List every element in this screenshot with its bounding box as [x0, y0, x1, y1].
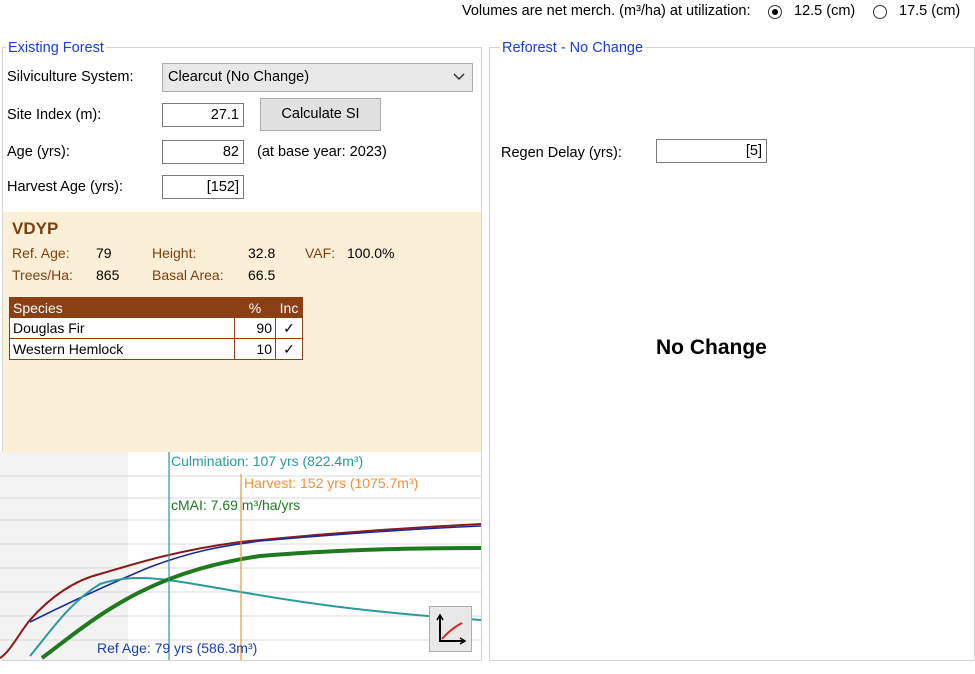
vdyp-title: VDYP	[12, 219, 59, 238]
silviculture-value: Clearcut (No Change)	[168, 69, 310, 85]
age-label: Age (yrs):	[7, 144, 70, 160]
table-row[interactable]: Douglas Fir 90 ✓	[9, 317, 303, 339]
trees-value: 865	[96, 267, 120, 283]
calculate-si-button[interactable]: Calculate SI	[260, 98, 381, 131]
chevron-down-icon	[453, 73, 465, 81]
species-inc-check[interactable]: ✓	[275, 317, 303, 339]
regen-delay-input[interactable]: [5]	[656, 139, 767, 163]
harvest-age-label: Harvest Age (yrs):	[7, 179, 124, 195]
species-pct: 90	[234, 317, 276, 339]
harvest-age-input[interactable]: [152]	[162, 175, 244, 199]
species-name: Western Hemlock	[9, 338, 235, 360]
species-inc-check[interactable]: ✓	[275, 338, 303, 360]
radio-12-5-label[interactable]: 12.5 (cm)	[794, 3, 855, 19]
vaf-value: 100.0%	[347, 245, 395, 261]
cmai-label: cMAI: 7.69 m³/ha/yrs	[171, 497, 301, 513]
radio-12-5[interactable]	[768, 5, 782, 19]
base-year-note: (at base year: 2023)	[257, 144, 387, 160]
site-index-input[interactable]: 27.1	[162, 103, 244, 127]
table-row[interactable]: Western Hemlock 10 ✓	[9, 338, 303, 360]
silviculture-select[interactable]: Clearcut (No Change)	[162, 63, 473, 92]
chart-axes-icon	[436, 613, 467, 645]
inc-header: Inc	[275, 297, 303, 318]
species-header-row: Species % Inc	[9, 297, 303, 318]
site-index-label: Site Index (m):	[7, 107, 102, 123]
reforest-title: Reforest - No Change	[500, 40, 646, 56]
radio-17-5-label[interactable]: 17.5 (cm)	[899, 3, 960, 19]
basal-label: Basal Area:	[152, 267, 224, 283]
ref-age-chart-label: Ref Age: 79 yrs (586.3m³)	[97, 640, 258, 656]
age-input[interactable]: 82	[162, 140, 244, 164]
species-header: Species	[9, 297, 235, 318]
radio-17-5[interactable]	[873, 5, 887, 19]
silviculture-label: Silviculture System:	[7, 69, 134, 85]
vaf-label: VAF:	[305, 245, 336, 261]
species-name: Douglas Fir	[9, 317, 235, 339]
harvest-label: Harvest: 152 yrs (1075.7m³)	[244, 475, 419, 491]
chart-options-button[interactable]	[429, 606, 472, 652]
species-pct: 10	[234, 338, 276, 360]
regen-delay-label: Regen Delay (yrs):	[501, 145, 622, 161]
utilization-label: Volumes are net merch. (m³/ha) at utiliz…	[462, 3, 751, 19]
pct-header: %	[234, 297, 276, 318]
ref-age-value: 79	[96, 245, 112, 261]
culmination-label: Culmination: 107 yrs (822.4m³)	[171, 453, 364, 469]
height-value: 32.8	[248, 245, 276, 261]
existing-forest-title: Existing Forest	[6, 40, 106, 56]
height-label: Height:	[152, 245, 197, 261]
chart-shaded-region	[0, 452, 128, 660]
no-change-status: No Change	[656, 336, 767, 359]
basal-value: 66.5	[248, 267, 276, 283]
trees-label: Trees/Ha:	[12, 267, 73, 283]
species-table: Species % Inc Douglas Fir 90 ✓ Western H…	[9, 297, 303, 360]
ref-age-label: Ref. Age:	[12, 245, 70, 261]
